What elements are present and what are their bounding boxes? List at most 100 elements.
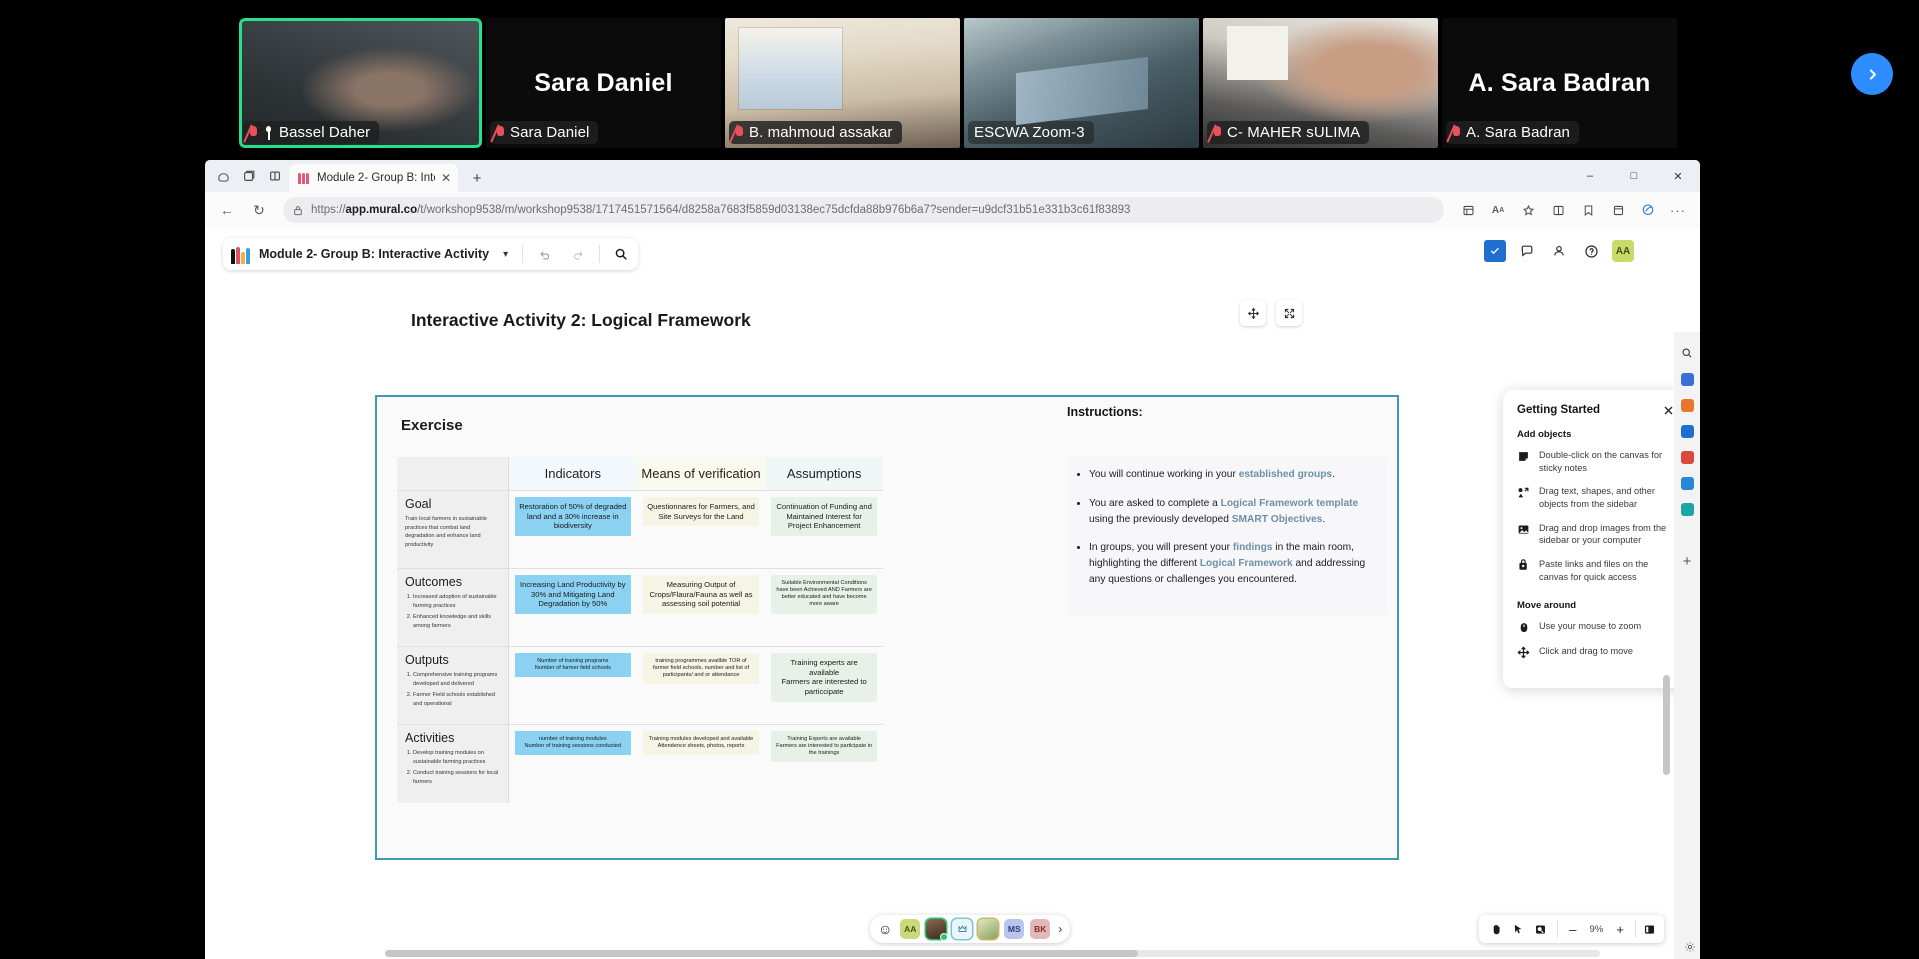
collaborator-avatar[interactable] (978, 919, 999, 939)
search-icon[interactable] (1674, 340, 1700, 366)
collaborator-avatar[interactable]: AA (900, 919, 921, 939)
zoom-in-button[interactable]: + (1612, 922, 1628, 937)
checklist-icon[interactable] (1484, 240, 1506, 262)
hand-icon[interactable] (1487, 923, 1506, 936)
getting-started-item[interactable]: Paste links and files on the canvas for … (1517, 558, 1674, 583)
muted-mic-icon (735, 125, 744, 140)
favorite-icon[interactable] (1514, 196, 1542, 224)
sticky-note[interactable]: Continuation of Funding and Maintained I… (771, 497, 877, 537)
sticky-note[interactable]: training programmes availble TOR of farm… (642, 653, 760, 685)
getting-started-header: Getting Started (1517, 404, 1674, 416)
redo-icon[interactable] (565, 241, 591, 267)
favorites-bar-icon[interactable] (1574, 196, 1602, 224)
read-aloud-icon[interactable]: AA (1484, 196, 1512, 224)
collections-icon[interactable] (1454, 196, 1482, 224)
participant-tile[interactable]: B. mahmoud assakar (725, 18, 960, 148)
panel-toggle-icon[interactable] (1643, 923, 1656, 936)
add-rail-icon[interactable]: + (1674, 548, 1700, 574)
sticky-note[interactable]: Training Experts are available Farmers a… (771, 731, 877, 763)
help-icon[interactable] (1580, 240, 1602, 262)
back-button[interactable]: ← (213, 196, 241, 224)
chevron-down-icon[interactable]: ▾ (497, 249, 514, 260)
sticky-note[interactable]: number of training modules Number of tra… (514, 731, 631, 756)
vertical-scrollbar[interactable] (1663, 675, 1670, 775)
page-title: Interactive Activity 2: Logical Framewor… (411, 310, 751, 330)
mural-canvas[interactable]: Interactive Activity 2: Logical Framewor… (205, 280, 1700, 959)
tab-close-button[interactable]: ✕ (441, 171, 451, 185)
sticky-note[interactable]: Training experts are available Farmers a… (771, 653, 877, 702)
collaborator-avatar[interactable]: MS (1004, 919, 1025, 939)
browser-tab[interactable]: Module 2- Group B: Interactive A ✕ (289, 164, 459, 192)
minimize-button[interactable]: – (1568, 160, 1612, 192)
split-icon[interactable] (1544, 196, 1572, 224)
assumption-cell: Training Experts are available Farmers a… (765, 724, 883, 803)
onedrive-rail-icon[interactable] (1674, 470, 1700, 496)
collaborator-avatar[interactable]: BK (1030, 919, 1051, 939)
indicator-cell: number of training modules Number of tra… (508, 724, 637, 803)
search-icon[interactable] (608, 241, 634, 267)
people-icon[interactable] (1548, 240, 1570, 262)
games-rail-icon[interactable] (1674, 496, 1700, 522)
instruction-bullet: In groups, you will present your finding… (1089, 540, 1379, 587)
verification-cell: Questionnares for Farmers, and Site Surv… (636, 490, 766, 569)
copilot-rail-icon[interactable] (1674, 366, 1700, 392)
close-window-button[interactable]: ✕ (1656, 160, 1700, 192)
next-participants-button[interactable] (1851, 53, 1893, 95)
sticky-note[interactable]: Increasing Land Productivity by 30% and … (514, 575, 631, 615)
sticky-note[interactable]: Questionnares for Farmers, and Site Surv… (642, 497, 760, 527)
tab-actions-icon[interactable] (237, 164, 261, 188)
sticky-note[interactable]: Measuring Output of Crops/Flaura/Fauna a… (642, 575, 760, 615)
split-screen-icon[interactable] (263, 164, 287, 188)
getting-started-panel[interactable]: Getting Started Add objects Double-click… (1503, 390, 1688, 688)
zoom-out-button[interactable]: – (1565, 922, 1580, 937)
move-icon[interactable] (1240, 300, 1266, 326)
collaborator-avatar[interactable] (926, 919, 949, 941)
getting-started-item-text: Drag and drop images from the sidebar or… (1539, 522, 1667, 546)
horizontal-scrollbar[interactable] (385, 950, 1600, 957)
instructions-card[interactable]: You will continue working in your establ… (1067, 457, 1387, 615)
getting-started-item[interactable]: Double-click on the canvas for sticky no… (1517, 449, 1674, 474)
gear-icon[interactable] (1684, 941, 1696, 953)
settings-more-icon[interactable]: ··· (1664, 196, 1692, 224)
undo-icon[interactable] (531, 241, 557, 267)
row-level-cell: Outputs Comprehensive training programs … (397, 646, 509, 725)
close-icon[interactable] (1663, 405, 1674, 416)
laser-pointer-icon[interactable] (1531, 923, 1550, 936)
participant-tile[interactable]: A. Sara Badran A. Sara Badran (1442, 18, 1677, 148)
sticky-note[interactable]: Number of training programs Number of fa… (514, 653, 631, 678)
select-icon[interactable] (1509, 923, 1528, 936)
getting-started-item[interactable]: Drag text, shapes, and other objects fro… (1517, 485, 1674, 510)
sticky-note[interactable]: Restoration of 50% of degraded land and … (514, 497, 631, 537)
participant-label: Bassel Daher (243, 121, 380, 144)
browser-essentials-icon[interactable] (1634, 196, 1662, 224)
outlook-rail-icon[interactable] (1674, 418, 1700, 444)
getting-started-item-text: Use your mouse to zoom (1539, 620, 1642, 631)
emoji-icon[interactable]: ☺ (878, 921, 892, 937)
office-rail-icon[interactable] (1674, 444, 1700, 470)
participant-label: Sara Daniel (490, 121, 599, 144)
participant-tile[interactable]: Sara Daniel Sara Daniel (486, 18, 721, 148)
comment-icon[interactable] (1516, 240, 1538, 262)
exercise-frame[interactable]: Exercise Indicators Means of verificatio… (375, 395, 1399, 860)
fit-to-screen-icon[interactable] (1276, 300, 1302, 326)
muted-mic-icon (249, 125, 258, 140)
getting-started-item[interactable]: Use your mouse to zoom (1517, 620, 1674, 634)
shopping-rail-icon[interactable] (1674, 392, 1700, 418)
sticky-note[interactable]: Suitable Environmental Conditions have b… (771, 575, 877, 614)
participant-tile[interactable]: Bassel Daher (239, 18, 482, 148)
collections2-icon[interactable] (1604, 196, 1632, 224)
getting-started-item[interactable]: Drag and drop images from the sidebar or… (1517, 522, 1674, 547)
participant-tile[interactable]: ESCWA Zoom-3 (964, 18, 1199, 148)
chevron-right-icon[interactable]: › (1058, 922, 1062, 936)
user-avatar[interactable]: AA (1612, 240, 1634, 262)
reload-button[interactable]: ↻ (245, 196, 273, 224)
mural-title-bar: Module 2- Group B: Interactive Activity … (223, 238, 639, 270)
maximize-button[interactable]: □ (1612, 160, 1656, 192)
address-bar[interactable]: https://app.mural.co/t/workshop9538/m/wo… (283, 197, 1444, 223)
getting-started-item[interactable]: Click and drag to move (1517, 645, 1674, 659)
copilot-icon[interactable] (211, 164, 235, 188)
collaborator-avatar[interactable] (952, 919, 973, 939)
sticky-note[interactable]: Training modules developed and available… (642, 731, 760, 756)
new-tab-button[interactable]: + (466, 167, 488, 189)
participant-tile[interactable]: C- MAHER sULIMA (1203, 18, 1438, 148)
